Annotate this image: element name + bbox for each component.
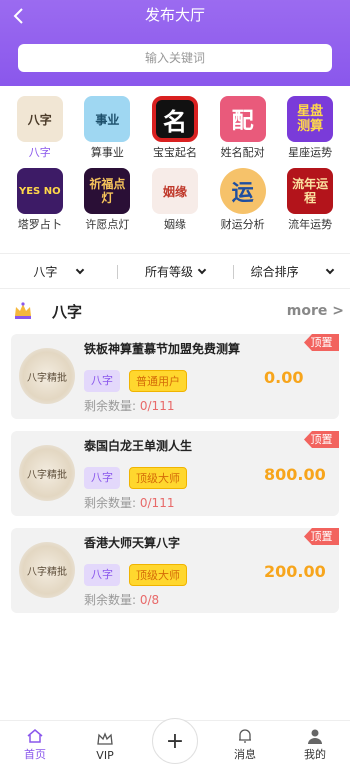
service-card[interactable]: 八字精批 香港大师天算八字 八字 顶级大师 剩余数量: 0/8 200.00 顶… xyxy=(11,528,339,613)
category-icon: 祈福点灯 xyxy=(84,168,131,214)
crown-icon xyxy=(97,732,113,745)
category-name-match[interactable]: 配 姓名配对 xyxy=(212,96,274,161)
category-label: 八字 xyxy=(28,146,51,159)
tab-label: VIP xyxy=(96,749,114,762)
plus-icon[interactable]: + xyxy=(152,718,198,764)
filter-label: 所有等级 xyxy=(145,264,194,279)
avatar: 八字精批 xyxy=(19,542,75,598)
category-tag: 八字 xyxy=(84,564,120,586)
category-label: 姻缘 xyxy=(163,218,186,231)
header: 发布大厅 输入关键词 xyxy=(0,0,350,86)
category-icon: 流年运程 xyxy=(287,168,334,214)
bell-icon xyxy=(239,729,251,743)
price: 800.00 xyxy=(264,465,326,484)
category-career[interactable]: 事业 算事业 xyxy=(76,96,138,161)
pinned-badge: 顶置 xyxy=(304,334,339,351)
category-annual-fortune[interactable]: 流年运程 流年运势 xyxy=(279,168,341,233)
crown-icon xyxy=(12,300,34,322)
level-badge: 顶级大师 xyxy=(129,564,187,586)
remaining-count: 剩余数量: 0/111 xyxy=(84,496,175,510)
category-icon: 运 xyxy=(219,168,266,214)
filter-category[interactable]: 八字 xyxy=(0,263,117,280)
filter-sort[interactable]: 综合排序 xyxy=(233,263,350,280)
chevron-down-icon xyxy=(197,265,207,274)
category-label: 星座运势 xyxy=(288,146,333,159)
category-wish-lamp[interactable]: 祈福点灯 许愿点灯 xyxy=(76,168,138,233)
page-title: 发布大厅 xyxy=(144,6,205,24)
card-title: 泰国白龙王单测人生 xyxy=(84,439,193,453)
category-label: 许愿点灯 xyxy=(85,218,130,231)
remaining-count: 剩余数量: 0/8 xyxy=(84,593,160,607)
filter-level[interactable]: 所有等级 xyxy=(116,263,234,280)
service-card[interactable]: 八字精批 泰国白龙王单测人生 八字 顶级大师 剩余数量: 0/111 800.0… xyxy=(11,431,339,516)
card-title: 铁板神算董慕节加盟免费测算 xyxy=(84,342,241,356)
tab-label: 我的 xyxy=(304,748,326,761)
avatar: 八字精批 xyxy=(19,348,75,404)
section-title: 八字 xyxy=(52,302,83,321)
level-badge: 普通用户 xyxy=(129,370,187,392)
category-tarot[interactable]: YES NO 塔罗占卜 xyxy=(9,168,71,233)
user-icon xyxy=(308,729,322,744)
tab-label: 首页 xyxy=(24,748,46,761)
category-tag: 八字 xyxy=(84,467,120,489)
chevron-down-icon xyxy=(76,265,85,274)
section-header: 八字 more > xyxy=(12,297,344,325)
category-wealth[interactable]: 运 财运分析 xyxy=(212,168,274,233)
category-label: 姓名配对 xyxy=(220,146,265,159)
category-label: 宝宝起名 xyxy=(152,146,197,159)
price: 200.00 xyxy=(264,562,326,581)
category-icon: 名 xyxy=(151,96,198,142)
category-icon: 配 xyxy=(219,96,266,142)
service-card[interactable]: 八字精批 铁板神算董慕节加盟免费测算 八字 普通用户 剩余数量: 0/111 0… xyxy=(11,334,339,419)
category-icon: 八字 xyxy=(16,96,63,142)
level-badge: 顶级大师 xyxy=(129,467,187,489)
category-label: 财运分析 xyxy=(220,218,265,231)
pinned-badge: 顶置 xyxy=(304,528,339,545)
search-input[interactable]: 输入关键词 xyxy=(18,44,332,72)
category-bazi[interactable]: 八字 八字 xyxy=(9,96,71,161)
category-icon: 姻缘 xyxy=(151,168,198,214)
filter-bar: 八字 所有等级 综合排序 xyxy=(0,253,350,289)
card-title: 香港大师天算八字 xyxy=(84,536,181,550)
category-icon: 事业 xyxy=(84,96,131,142)
tab-profile[interactable]: 我的 xyxy=(280,721,350,766)
filter-label: 综合排序 xyxy=(250,264,299,279)
price: 0.00 xyxy=(264,368,304,387)
avatar: 八字精批 xyxy=(19,445,75,501)
category-grid: 八字 八字 事业 算事业 名 宝宝起名 配 姓名配对 星盘测算 星座运势 YES… xyxy=(0,96,350,240)
category-icon: 星盘测算 xyxy=(287,96,334,142)
category-label: 算事业 xyxy=(90,146,124,159)
more-link[interactable]: more > xyxy=(287,303,344,319)
category-naming[interactable]: 名 宝宝起名 xyxy=(144,96,206,161)
pinned-badge: 顶置 xyxy=(304,431,339,448)
tab-messages[interactable]: 消息 xyxy=(210,721,280,766)
tab-vip[interactable]: VIP xyxy=(70,721,140,766)
category-icon: YES NO xyxy=(16,168,63,214)
category-label: 塔罗占卜 xyxy=(17,218,62,231)
category-tag: 八字 xyxy=(84,370,120,392)
tab-label: 消息 xyxy=(234,748,256,761)
remaining-count: 剩余数量: 0/111 xyxy=(84,399,175,413)
category-label: 流年运势 xyxy=(288,218,333,231)
chevron-down-icon xyxy=(325,265,334,274)
category-marriage[interactable]: 姻缘 姻缘 xyxy=(144,168,206,233)
tab-home[interactable]: 首页 xyxy=(0,721,70,766)
home-icon xyxy=(27,729,43,743)
filter-label: 八字 xyxy=(33,264,58,279)
category-horoscope[interactable]: 星盘测算 星座运势 xyxy=(279,96,341,161)
